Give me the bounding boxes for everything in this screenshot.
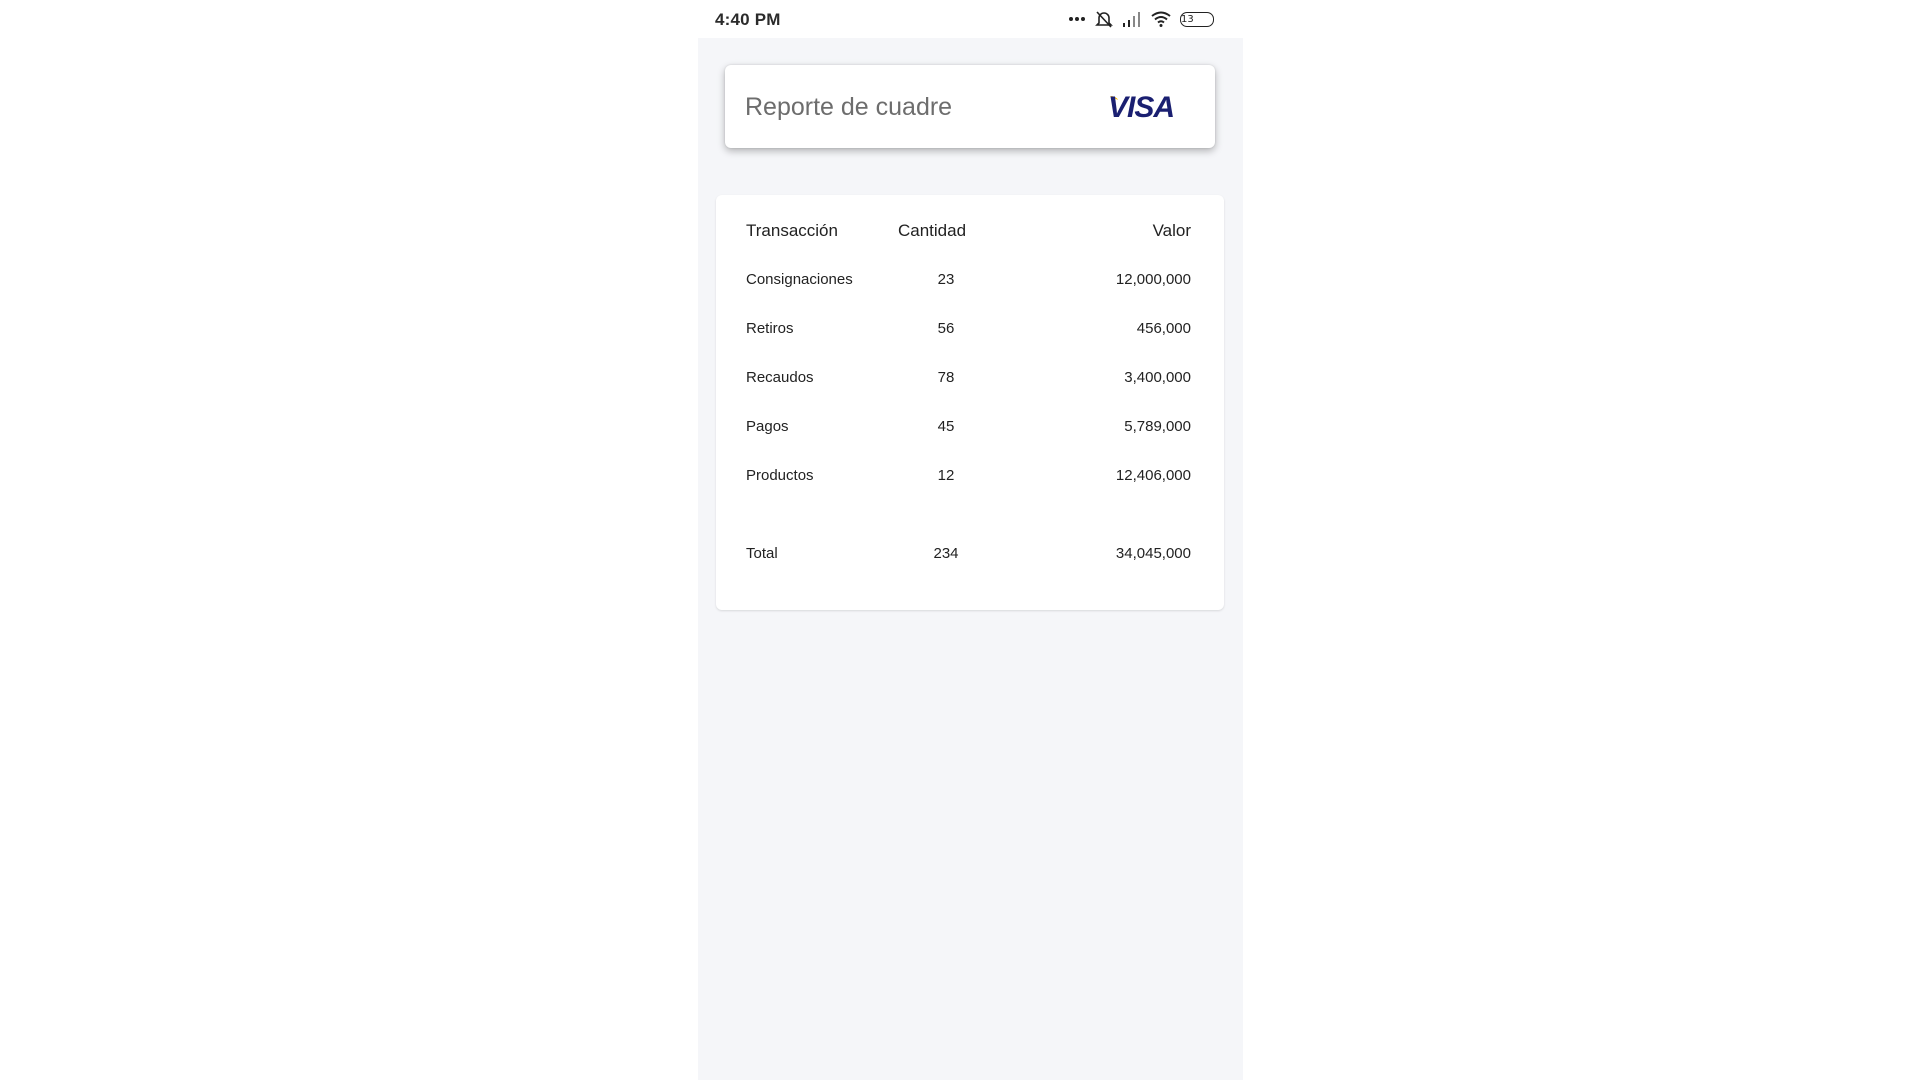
row-quantity: 23	[937, 271, 955, 288]
row-value: 12,406,000	[1115, 467, 1191, 484]
more-dots-icon	[1068, 16, 1086, 22]
row-quantity: 56	[937, 320, 955, 337]
table-row: Consignaciones 23 12,000,000	[746, 271, 1191, 295]
row-transaction: Retiros	[746, 320, 794, 337]
column-header-cantidad: Cantidad	[897, 221, 967, 240]
table-row: Recaudos 78 3,400,000	[746, 369, 1191, 393]
report-table: Transacción Cantidad Valor Consignacione…	[716, 195, 1224, 610]
battery-icon: 13	[1180, 11, 1214, 27]
row-transaction: Productos	[746, 467, 814, 484]
column-header-valor: Valor	[1152, 221, 1191, 240]
row-value: 3,400,000	[1124, 369, 1191, 386]
total-row: Total 234 34,045,000	[746, 545, 1191, 569]
row-quantity: 78	[937, 369, 955, 386]
status-icons: 13	[1068, 9, 1214, 29]
total-value: 34,045,000	[1115, 545, 1191, 562]
status-bar: 4:40 PM 13	[698, 0, 1230, 38]
row-value: 12,000,000	[1115, 271, 1191, 288]
table-row: Productos 12 12,406,000	[746, 467, 1191, 491]
table-row: Pagos 45 5,789,000	[746, 418, 1191, 442]
row-transaction: Pagos	[746, 418, 789, 435]
row-quantity: 45	[937, 418, 955, 435]
visa-logo: VISA	[1108, 91, 1190, 125]
status-time: 4:40 PM	[715, 10, 781, 29]
table-header: Transacción Cantidad Valor	[746, 221, 1191, 245]
total-label: Total	[746, 545, 778, 562]
header-card: Reporte de cuadre VISA	[725, 65, 1215, 148]
column-header-transaccion: Transacción	[746, 221, 838, 240]
row-transaction: Consignaciones	[746, 271, 853, 288]
total-quantity: 234	[933, 545, 959, 562]
visa-logo-text: VISA	[1108, 92, 1174, 120]
table-row: Retiros 56 456,000	[746, 320, 1191, 344]
row-value: 456,000	[1136, 320, 1191, 337]
signal-icon	[1122, 11, 1142, 27]
wifi-icon	[1151, 11, 1171, 27]
report-screen: Reporte de cuadre VISA Transacción Canti…	[698, 38, 1243, 1080]
row-transaction: Recaudos	[746, 369, 814, 386]
page-title: Reporte de cuadre	[745, 93, 953, 121]
alarm-off-icon	[1095, 10, 1113, 28]
row-value: 5,789,000	[1124, 418, 1191, 435]
row-quantity: 12	[937, 467, 955, 484]
